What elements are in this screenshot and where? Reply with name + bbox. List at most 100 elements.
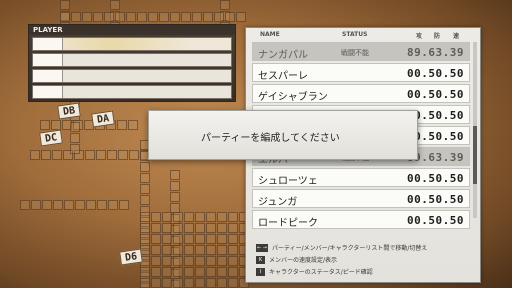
map-cell <box>162 256 172 266</box>
hint-move: ← → パーティー/メンバー/キャラクターリスト間で移動/切替え <box>256 243 427 252</box>
map-cell <box>60 12 70 22</box>
map-cell <box>115 12 125 22</box>
map-cell <box>140 195 150 205</box>
character-name: ロードピーク <box>258 218 318 229</box>
character-name: セスパーレ <box>258 71 308 82</box>
map-cell <box>217 245 227 255</box>
party-slot-2[interactable] <box>32 53 232 67</box>
map-cell <box>184 256 194 266</box>
map-cell <box>217 278 227 288</box>
character-name: シュローツェ <box>258 176 318 187</box>
roster-row[interactable]: ジュンガ 00.50.50 <box>252 189 470 208</box>
map-cell <box>220 0 230 10</box>
map-cell <box>151 278 161 288</box>
roster-scrollbar[interactable] <box>473 42 477 218</box>
map-cell <box>206 245 216 255</box>
map-cell <box>170 12 180 22</box>
dialog-message: パーティーを編成してください <box>201 133 340 144</box>
character-stats: 00.50.50 <box>407 193 464 206</box>
map-cell <box>170 170 180 180</box>
header-col3: 速 <box>453 33 460 40</box>
hint-status: I キャラクターのステータス/ピード確認 <box>256 267 373 276</box>
hint-speed-text: メンバーの速度設定/表示 <box>269 257 338 264</box>
map-cell <box>108 200 118 210</box>
hint-move-text: パーティー/メンバー/キャラクターリスト間で移動/切替え <box>271 245 428 252</box>
map-cell <box>40 120 50 130</box>
hint-status-text: キャラクターのステータス/ピード確認 <box>269 269 373 276</box>
map-cell <box>64 200 74 210</box>
map-cell <box>206 267 216 277</box>
character-status: 戦闘不能 <box>341 49 369 57</box>
roster-row[interactable]: ロードピーク 00.50.50 <box>252 210 470 229</box>
map-cell <box>118 150 128 160</box>
map-cell <box>228 278 238 288</box>
party-slot-3[interactable] <box>32 69 232 83</box>
map-cell <box>140 278 150 288</box>
map-cell <box>151 245 161 255</box>
character-stats: 89.63.39 <box>407 46 464 59</box>
map-cell <box>236 12 246 22</box>
map-cell <box>52 150 62 160</box>
map-cell <box>71 12 81 22</box>
map-cell <box>195 256 205 266</box>
map-cell <box>20 200 30 210</box>
map-cell <box>173 245 183 255</box>
map-cell <box>228 245 238 255</box>
map-cell <box>148 12 158 22</box>
map-cell <box>217 223 227 233</box>
character-stats: 00.50.50 <box>407 67 464 80</box>
map-cell <box>129 150 139 160</box>
map-cell <box>162 278 172 288</box>
map-cell <box>195 245 205 255</box>
party-slot-1[interactable] <box>32 37 232 51</box>
map-cell <box>173 267 183 277</box>
player-panel-title: PLAYER <box>29 25 235 35</box>
map-cell <box>206 212 216 222</box>
roster-header: NAME STATUS 攻 防 速 <box>246 28 480 40</box>
map-cell <box>96 150 106 160</box>
map-cell <box>184 212 194 222</box>
map-cell <box>126 12 136 22</box>
slot-cap <box>33 54 63 66</box>
party-slot-4[interactable] <box>32 85 232 99</box>
scrollbar-thumb[interactable] <box>473 126 477 184</box>
map-cell <box>93 12 103 22</box>
header-col2: 防 <box>434 33 441 40</box>
character-name: ジュンガ <box>258 197 298 208</box>
roster-row[interactable]: ナンガパル 戦闘不能 89.63.39 <box>252 42 470 61</box>
map-cell <box>140 173 150 183</box>
map-cell <box>82 12 92 22</box>
map-cell <box>228 267 238 277</box>
map-cell <box>140 162 150 172</box>
map-cell <box>70 122 80 132</box>
map-cell <box>140 184 150 194</box>
map-cell <box>162 223 172 233</box>
map-cell <box>228 234 238 244</box>
map-cell <box>162 245 172 255</box>
map-cell <box>30 150 40 160</box>
map-cell <box>162 212 172 222</box>
map-cell <box>195 278 205 288</box>
map-cell <box>159 12 169 22</box>
character-stats: 00.50.50 <box>407 88 464 101</box>
map-cell <box>228 256 238 266</box>
map-cell <box>228 212 238 222</box>
roster-row[interactable]: シュローツェ 00.50.50 <box>252 168 470 187</box>
slot-cap <box>33 38 63 50</box>
k-key-icon: K <box>256 255 265 264</box>
map-cell <box>225 12 235 22</box>
map-cell <box>51 120 61 130</box>
map-cell <box>86 200 96 210</box>
map-cell <box>128 120 138 130</box>
roster-row[interactable]: ゲイシャブラン 00.50.50 <box>252 84 470 103</box>
map-cell <box>173 223 183 233</box>
character-name: ナンガパル <box>258 50 308 61</box>
character-name: ゲイシャブラン <box>258 92 328 103</box>
map-cell <box>119 200 129 210</box>
map-cell <box>75 200 85 210</box>
map-cell <box>184 245 194 255</box>
roster-row[interactable]: セスパーレ 00.50.50 <box>252 63 470 82</box>
map-cell <box>140 234 150 244</box>
map-cell <box>206 278 216 288</box>
map-cell <box>151 223 161 233</box>
